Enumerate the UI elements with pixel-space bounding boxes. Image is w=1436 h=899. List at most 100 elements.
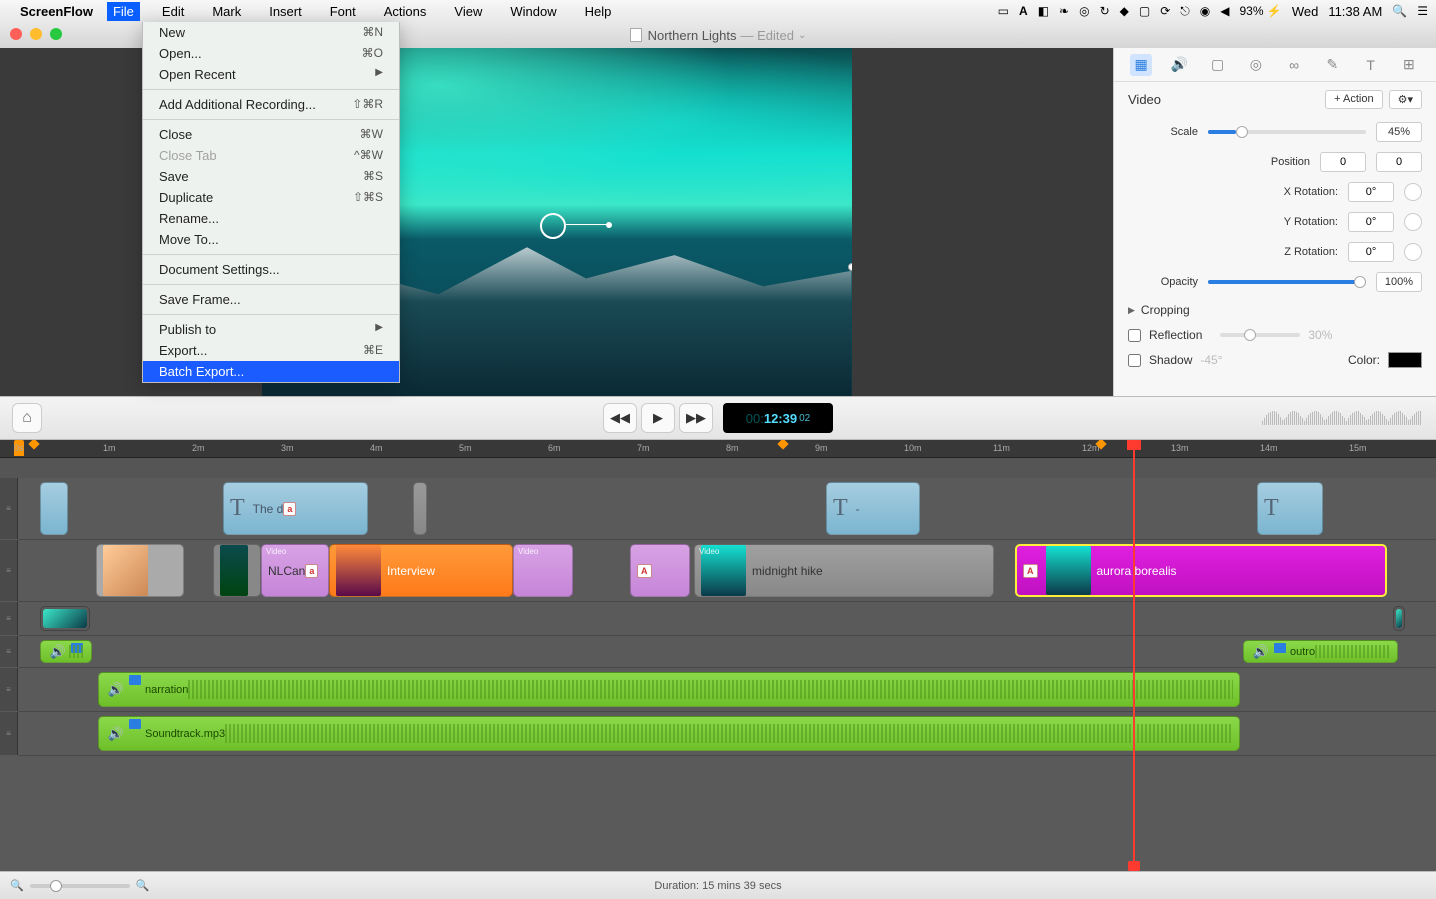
timecode-display[interactable]: 00:12:3902 [723,403,833,433]
timeline-clip[interactable]: 🔊narration [98,672,1240,707]
tab-screen-icon[interactable]: ▢ [1207,54,1229,76]
cropping-section[interactable]: ▶ Cropping [1114,297,1436,323]
opacity-value[interactable]: 100% [1376,272,1422,292]
timemachine-icon[interactable]: ⟳ [1160,4,1170,18]
track-video-1[interactable]: ≡TThe daT-T [18,478,1436,540]
track-video-3[interactable]: ≡ [18,602,1436,636]
timeline-clip[interactable] [96,544,184,597]
xrot-dial[interactable] [1404,183,1422,201]
tab-callout-icon[interactable]: ◎ [1245,54,1267,76]
timeline-clip[interactable]: T [1257,482,1323,535]
track-handle-icon[interactable]: ≡ [0,540,18,601]
app-icon[interactable]: ◧ [1038,4,1049,18]
scale-value[interactable]: 45% [1376,122,1422,142]
play-button[interactable]: ▶ [641,403,675,433]
title-chevron-icon[interactable]: ⌄ [798,30,806,41]
timeline-ruler[interactable]: 0s1m2m3m4m5m6m7m8m9m10m11m12m13m14m15m [0,440,1436,458]
crop-tool-button[interactable]: ⌂ [12,403,42,433]
zoom-in-icon[interactable]: 🔍 [136,879,150,892]
chapter-marker[interactable] [28,440,39,450]
track-handle-icon[interactable]: ≡ [0,636,18,667]
timeline-clip[interactable]: T- [826,482,920,535]
file-menu-item[interactable]: Export...⌘E [143,340,399,361]
file-menu-item[interactable]: Document Settings... [143,259,399,280]
menu-font[interactable]: Font [324,2,362,21]
cloud-icon[interactable]: ◎ [1079,4,1089,18]
bluetooth-icon[interactable]: ⎋ [1180,4,1190,19]
file-menu-item[interactable]: Save Frame... [143,289,399,310]
position-y-field[interactable] [1376,152,1422,172]
file-menu-item[interactable]: Save⌘S [143,166,399,187]
reflection-value[interactable]: 30% [1308,328,1332,342]
track-audio-2[interactable]: ≡🔊narration [18,668,1436,712]
track-audio-3[interactable]: ≡🔊Soundtrack.mp3 [18,712,1436,756]
zoom-slider[interactable] [30,884,130,888]
add-action-button[interactable]: + Action [1325,90,1382,109]
document-title[interactable]: Northern Lights [648,28,737,43]
zoom-out-icon[interactable]: 🔍 [10,879,24,892]
timeline-clip[interactable]: 🔊 [40,640,92,663]
inspector-gear-button[interactable]: ⚙▾ [1389,90,1422,109]
evernote-icon[interactable]: ❧ [1059,4,1069,18]
menu-window[interactable]: Window [504,2,562,21]
dropbox-icon[interactable]: ◆ [1120,4,1129,18]
timeline-clip[interactable]: Videomidnight hike [694,544,994,597]
track-handle-icon[interactable]: ≡ [0,712,18,755]
menu-mark[interactable]: Mark [206,2,247,21]
file-menu-item[interactable]: Duplicate⇧⌘S [143,187,399,208]
reflection-checkbox[interactable] [1128,329,1141,342]
file-menu-item[interactable]: Publish to▶ [143,319,399,340]
spotlight-icon[interactable]: 🔍 [1392,4,1407,18]
timeline-clip[interactable] [413,482,427,535]
adobe-icon[interactable]: A [1019,4,1028,18]
timeline-clip[interactable] [213,544,261,597]
sync-icon[interactable]: ↻ [1100,4,1110,18]
file-menu-item[interactable]: Batch Export... [143,361,399,382]
timeline-clip[interactable] [40,482,68,535]
opacity-slider[interactable] [1208,280,1366,284]
clock-time[interactable]: 11:38 AM [1328,4,1382,19]
file-menu-item[interactable]: Rename... [143,208,399,229]
shadow-angle[interactable]: -45° [1200,353,1236,367]
selection-edge-handle[interactable] [848,263,852,271]
scale-slider[interactable] [1208,130,1366,134]
timeline-clip[interactable] [1393,606,1405,631]
menu-edit[interactable]: Edit [156,2,190,21]
clock-day[interactable]: Wed [1292,4,1319,19]
tab-touch-icon[interactable]: ∞ [1283,54,1305,76]
display-icon[interactable]: ▢ [1139,4,1150,18]
close-window-button[interactable] [10,28,22,40]
playhead-foot-icon[interactable] [1128,861,1140,871]
menu-insert[interactable]: Insert [263,2,308,21]
timeline-clip[interactable]: Aaurora borealis [1015,544,1387,597]
menu-actions[interactable]: Actions [378,2,433,21]
document-state[interactable]: — Edited [741,28,794,43]
timeline-clip[interactable]: Video [513,544,573,597]
playhead[interactable] [1133,440,1135,871]
shadow-color-swatch[interactable] [1388,352,1422,368]
track-handle-icon[interactable]: ≡ [0,668,18,711]
waveform-zoom-display[interactable] [1262,411,1422,425]
xrot-field[interactable] [1348,182,1394,202]
tab-text-icon[interactable]: T [1360,54,1382,76]
battery-status[interactable]: 93% ⚡ [1240,4,1282,18]
menu-file[interactable]: File [107,2,140,21]
rotation-handle-dot[interactable] [606,222,612,228]
minimize-window-button[interactable] [30,28,42,40]
timeline-clip[interactable]: Interview [329,544,513,597]
file-menu-item[interactable]: Open Recent▶ [143,64,399,85]
zrot-dial[interactable] [1404,243,1422,261]
timeline-clip[interactable] [40,606,90,631]
chapter-marker[interactable] [777,440,788,450]
volume-icon[interactable]: ◀ [1220,4,1229,18]
tab-video-icon[interactable]: ▦ [1130,54,1152,76]
yrot-field[interactable] [1348,212,1394,232]
timeline-clip[interactable]: 🔊Soundtrack.mp3 [98,716,1240,751]
file-menu-item[interactable]: Close⌘W [143,124,399,145]
track-audio-1[interactable]: ≡🔊🔊outro [18,636,1436,668]
position-x-field[interactable] [1320,152,1366,172]
rewind-button[interactable]: ◀◀ [603,403,637,433]
track-handle-icon[interactable]: ≡ [0,602,18,635]
timeline-clip[interactable]: VideoNLCana [261,544,329,597]
file-menu-item[interactable]: Move To... [143,229,399,250]
